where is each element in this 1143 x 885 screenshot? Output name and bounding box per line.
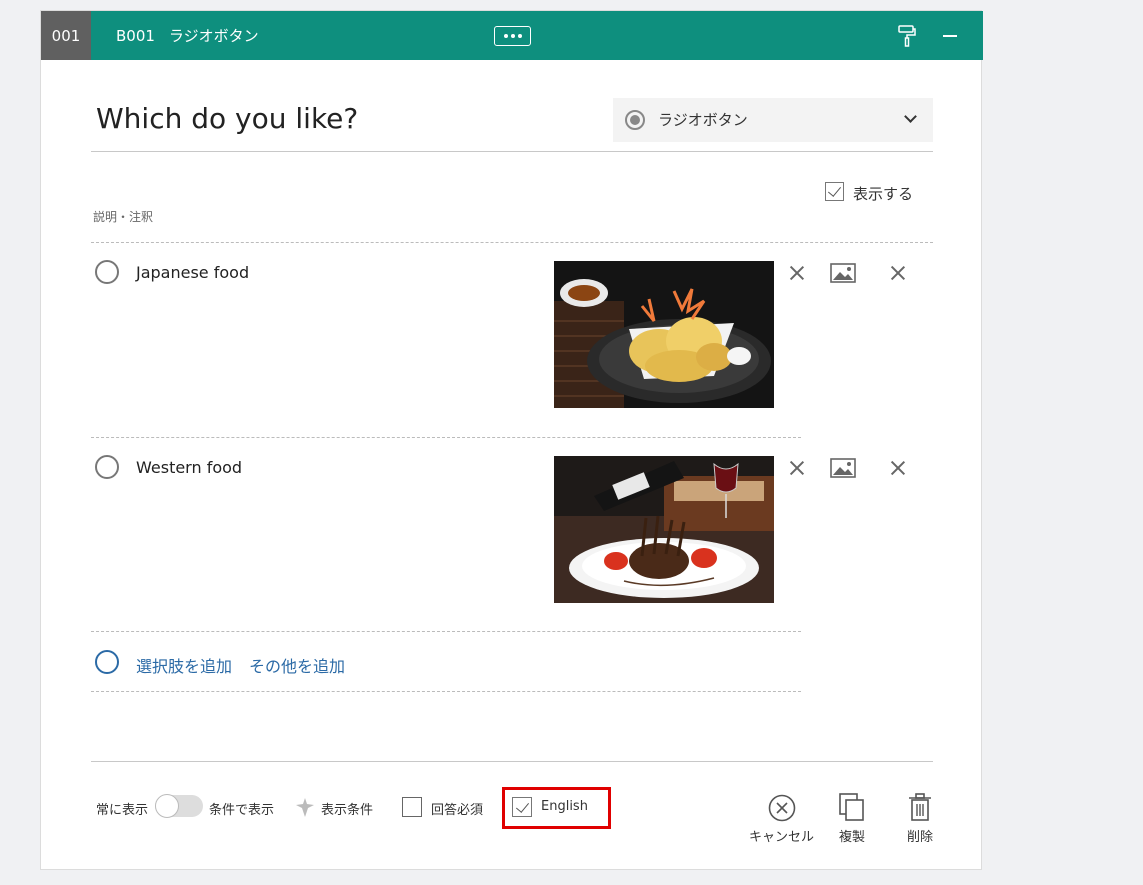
dot-icon	[517, 34, 522, 38]
toggle-knob	[155, 794, 179, 818]
question-header: 001 B001 ラジオボタン	[41, 11, 983, 60]
show-checkbox[interactable]	[825, 182, 844, 201]
display-condition-button[interactable]: 表示条件	[321, 799, 373, 818]
conditional-show-label: 条件で表示	[209, 803, 275, 818]
show-checkbox-label: 表示する	[853, 185, 914, 203]
description-divider	[91, 242, 933, 243]
check-icon	[515, 799, 530, 813]
choice-label-western[interactable]: Western food	[136, 458, 242, 477]
delete-button[interactable]: 削除	[907, 826, 933, 845]
duplicate-icon[interactable]	[837, 792, 867, 822]
description-field[interactable]: 説明・注釈	[93, 208, 153, 225]
choice-divider	[91, 437, 801, 438]
dot-icon	[510, 34, 515, 38]
remove-image-icon[interactable]	[790, 461, 804, 475]
dot-icon	[503, 34, 508, 38]
paint-roller-icon[interactable]	[898, 25, 916, 47]
display-condition-icon[interactable]	[294, 796, 316, 818]
check-icon	[827, 183, 842, 197]
trash-icon[interactable]	[905, 792, 935, 822]
choice-label-japanese[interactable]: Japanese food	[136, 263, 249, 282]
delete-choice-icon[interactable]	[891, 461, 905, 475]
duplicate-button[interactable]: 複製	[839, 826, 865, 845]
always-show-label: 常に表示	[96, 803, 149, 818]
required-checkbox[interactable]	[402, 797, 422, 817]
cancel-button[interactable]: キャンセル	[749, 826, 814, 845]
cancel-icon[interactable]	[767, 793, 797, 823]
choice-image-western	[554, 456, 774, 603]
footer-divider	[91, 761, 933, 762]
add-choice-radio	[95, 650, 119, 674]
add-other-link[interactable]: その他を追加	[249, 653, 345, 677]
question-type-select-value: ラジオボタン	[658, 111, 748, 129]
question-title[interactable]: Which do you like?	[96, 102, 358, 135]
english-label: English	[541, 799, 588, 814]
add-choice-link[interactable]: 選択肢を追加	[136, 653, 232, 677]
choice-divider	[91, 631, 801, 632]
display-mode-toggle[interactable]	[155, 794, 203, 818]
remove-image-icon[interactable]	[790, 266, 804, 280]
question-type-select[interactable]: ラジオボタン	[613, 98, 933, 142]
add-row-divider	[91, 691, 801, 692]
question-header-title: B001 ラジオボタン	[116, 11, 259, 60]
question-type-name: ラジオボタン	[168, 27, 259, 45]
english-checkbox[interactable]	[512, 797, 532, 817]
choice-radio	[95, 455, 119, 479]
required-label: 回答必須	[431, 803, 484, 818]
chevron-down-icon	[904, 110, 917, 123]
choice-image-japanese	[554, 261, 774, 408]
radio-button-icon	[625, 110, 645, 130]
delete-choice-icon[interactable]	[891, 266, 905, 280]
title-divider	[91, 151, 933, 152]
question-number: 001	[41, 11, 91, 60]
question-code: B001	[116, 26, 155, 45]
choice-radio	[95, 260, 119, 284]
question-card: 001 B001 ラジオボタン Which do you like? ラジオボタ…	[40, 10, 983, 870]
collapse-icon[interactable]	[943, 35, 957, 37]
image-icon[interactable]	[830, 458, 856, 478]
more-options-button[interactable]	[494, 26, 531, 46]
image-icon[interactable]	[830, 263, 856, 283]
